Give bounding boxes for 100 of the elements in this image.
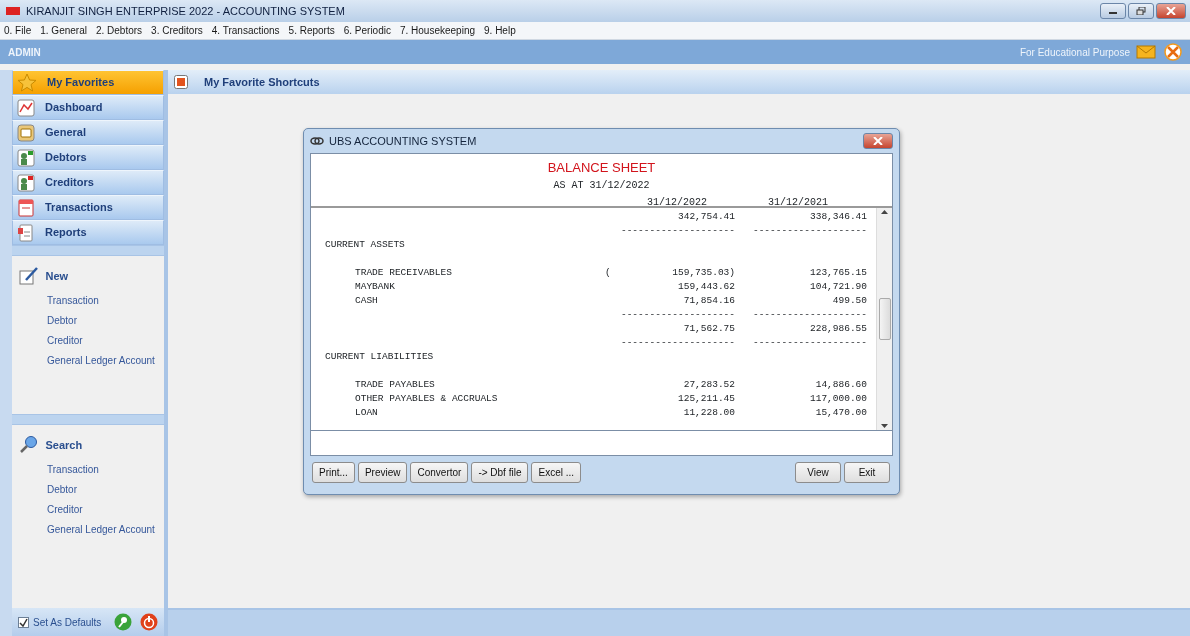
section-heading: CURRENT LIABILITIES <box>325 350 435 364</box>
amount-value: 159,443.62 <box>677 280 735 294</box>
report-subtitle: AS AT 31/12/2022 <box>553 178 650 193</box>
menu-item[interactable]: 2. Debtors <box>95 23 143 38</box>
down-arrow-icon <box>881 424 888 428</box>
sidebar-item[interactable]: Dashboard <box>12 95 164 120</box>
menu-item[interactable]: 5. Reports <box>288 23 335 38</box>
menu-item[interactable]: 4. Transactions <box>211 23 280 38</box>
amount-value: 15,470.00 <box>814 406 867 420</box>
account-label: LOAN <box>354 406 379 420</box>
menu-item[interactable]: 7. Housekeeping <box>399 23 476 38</box>
amount-value: 27,283.52 <box>682 378 735 392</box>
menu-item[interactable]: 1. General <box>40 23 87 38</box>
dialog-button[interactable]: -> Dbf file <box>471 461 529 483</box>
calendar-icon <box>17 198 35 217</box>
sidebar-item[interactable]: Reports <box>12 220 164 245</box>
restore-icon <box>1136 7 1146 15</box>
dialog-button[interactable]: Excel ... <box>531 461 582 483</box>
sidebar-link[interactable]: General Ledger Account <box>18 352 158 369</box>
amount-value: 14,886.60 <box>814 378 867 392</box>
window-title: KIRANJIT SINGH ENTERPRISE 2022 - ACCOUNTING SYSTEM <box>26 3 345 19</box>
up-arrow-icon <box>881 210 888 214</box>
key-icon <box>114 613 132 631</box>
dialog-button[interactable]: Exit <box>844 461 890 483</box>
tools-icon <box>1164 43 1182 61</box>
sidebar-item[interactable]: Transactions <box>12 195 164 220</box>
shortcut-icon <box>174 75 188 89</box>
people-icon <box>17 173 35 192</box>
power-icon <box>140 613 158 631</box>
sidebar-link[interactable]: Creditor <box>18 501 158 518</box>
user-name: ADMIN <box>8 45 41 60</box>
link-icon <box>310 136 324 146</box>
column-header: 31/12/2021 <box>767 195 829 210</box>
minimize-button[interactable] <box>1100 3 1126 19</box>
dialog-button[interactable]: Print... <box>312 461 355 483</box>
sidebar-link[interactable]: General Ledger Account <box>18 521 158 538</box>
scrollbar[interactable] <box>876 208 892 430</box>
column-header: 31/12/2022 <box>646 195 708 210</box>
dialog-button[interactable]: Convertor <box>410 461 469 483</box>
sidebar-link[interactable]: Debtor <box>18 481 158 498</box>
amount-value: 117,000.00 <box>809 392 867 406</box>
amount-value: 342,754.41 <box>677 210 735 224</box>
rule-line: -------------------- <box>619 308 735 322</box>
notice-text: For Educational Purpose <box>1019 45 1130 60</box>
amount-value: 71,854.16 <box>682 294 735 308</box>
sidebar-item[interactable]: General <box>12 120 164 145</box>
amount-value: 228,986.55 <box>809 322 867 336</box>
checkbox[interactable] <box>18 616 29 628</box>
panel-title: Search <box>45 437 83 453</box>
sidebar-link[interactable]: Creditor <box>18 332 158 349</box>
section-heading: CURRENT ASSETS <box>325 238 406 252</box>
dialog-title: UBS ACCOUNTING SYSTEM <box>329 133 477 149</box>
sign-text: ( <box>605 266 612 280</box>
search-icon <box>18 435 40 455</box>
account-label: CASH <box>354 294 379 308</box>
menu-item[interactable]: 3. Creditors <box>151 23 203 38</box>
sidebar-link[interactable]: Debtor <box>18 312 158 329</box>
dialog-button[interactable]: View <box>795 461 841 483</box>
account-label: MAYBANK <box>354 280 396 294</box>
amount-value: 11,228.00 <box>682 406 735 420</box>
close-button[interactable] <box>863 133 893 149</box>
amount-value: 159,735.03) <box>671 266 735 280</box>
rule-line: -------------------- <box>751 336 867 350</box>
amount-value: 104,721.90 <box>809 280 867 294</box>
sidebar-link[interactable]: Transaction <box>18 292 158 309</box>
menu-item[interactable]: 6. Periodic <box>343 23 391 38</box>
scroll-thumb[interactable] <box>878 298 891 340</box>
account-label: TRADE PAYABLES <box>354 378 436 392</box>
amount-value: 499.50 <box>831 294 867 308</box>
star-icon <box>17 72 37 93</box>
menu-item[interactable]: 0. File <box>4 23 32 38</box>
rule-line: -------------------- <box>751 224 867 238</box>
close-icon <box>873 137 883 145</box>
sidebar-item[interactable]: My Favorites <box>12 70 164 95</box>
dialog-button[interactable]: Preview <box>357 461 408 483</box>
people-icon <box>17 148 35 167</box>
close-button[interactable] <box>1156 3 1186 19</box>
account-label: OTHER PAYABLES & ACCRUALS <box>354 392 499 406</box>
account-label: TRADE RECEIVABLES <box>354 266 453 280</box>
mail-icon <box>1136 45 1156 59</box>
menu-item[interactable]: 9. Help <box>484 23 516 38</box>
sidebar-item[interactable]: Debtors <box>12 145 164 170</box>
section-title: My Favorite Shortcuts <box>204 74 320 90</box>
report-title: BALANCE SHEET <box>547 159 656 177</box>
chart-icon <box>17 98 35 117</box>
close-icon <box>1166 7 1176 15</box>
amount-value: 71,562.75 <box>682 322 735 336</box>
restore-button[interactable] <box>1128 3 1154 19</box>
rule-line: -------------------- <box>619 224 735 238</box>
rule-line: -------------------- <box>619 336 735 350</box>
amount-value: 338,346.41 <box>809 210 867 224</box>
sidebar-link[interactable]: Transaction <box>18 461 158 478</box>
sidebar-item[interactable]: Creditors <box>12 170 164 195</box>
edit-icon <box>18 266 40 286</box>
checkbox-label: Set As Defaults <box>33 615 102 630</box>
check-icon <box>19 617 28 627</box>
panel-title: New <box>45 268 69 284</box>
app-icon <box>6 7 20 15</box>
amount-value: 123,765.15 <box>809 266 867 280</box>
amount-value: 125,211.45 <box>677 392 735 406</box>
